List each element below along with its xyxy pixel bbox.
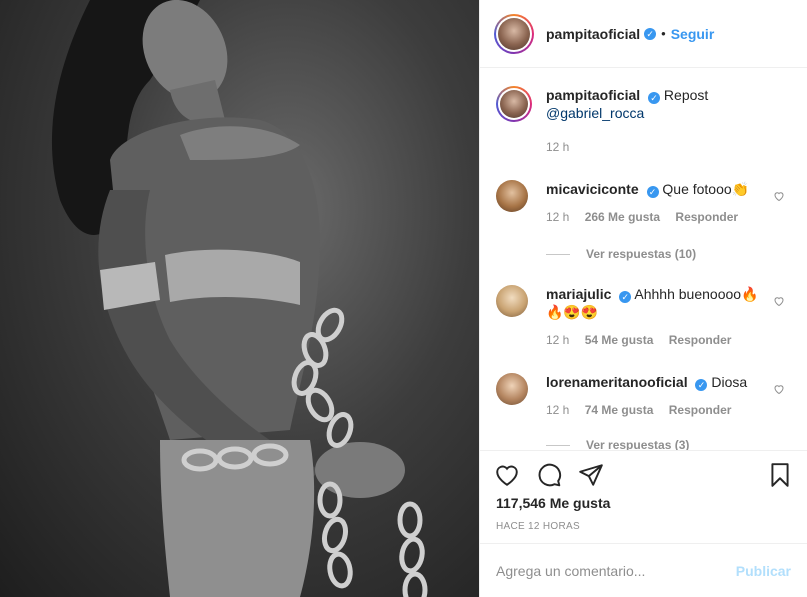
commenter-username[interactable]: micaviciconte (546, 181, 639, 197)
comment-heart-icon[interactable] (773, 190, 785, 202)
verified-badge-icon: ✓ (644, 27, 657, 40)
bookmark-icon[interactable] (767, 462, 793, 488)
comment-likes[interactable]: 54 Me gusta (585, 333, 654, 347)
post-photo[interactable] (0, 0, 479, 597)
separator-dot: • (661, 26, 666, 41)
replies-line (546, 253, 570, 255)
commenter-username[interactable]: lorenameritanooficial (546, 374, 688, 390)
comment-input[interactable] (496, 562, 736, 579)
commenter-avatar[interactable] (496, 373, 528, 405)
post-timestamp: HACE 12 HORAS (496, 521, 580, 532)
share-icon[interactable] (578, 462, 604, 488)
comment-time: 12 h (546, 333, 570, 347)
author-username[interactable]: pampitaoficial (546, 26, 640, 42)
view-replies-button[interactable]: Ver respuestas (10) (546, 247, 696, 261)
comment-likes[interactable]: 74 Me gusta (585, 403, 654, 417)
verified-badge-icon: ✓ (648, 92, 661, 104)
view-replies-label: Ver respuestas (3) (586, 438, 690, 450)
comment-text: Que fotooo👏 (662, 181, 750, 197)
comment-item: lorenameritanooficial ✓ Diosa 12 h 74 Me… (496, 373, 791, 419)
caption-time: 12 h (546, 140, 570, 154)
post-sidebar: pampitaoficial ✓ • Seguir pampitaoficial… (479, 0, 807, 597)
commenter-avatar[interactable] (496, 180, 528, 212)
replies-line (546, 444, 570, 446)
comment-time: 12 h (546, 403, 570, 417)
comment-heart-icon[interactable] (773, 295, 785, 307)
comments-list[interactable]: pampitaoficial ✓ Repost @gabriel_rocca 1… (480, 69, 807, 450)
comment-likes[interactable]: 266 Me gusta (585, 210, 660, 224)
publish-button[interactable]: Publicar (736, 563, 791, 579)
author-avatar[interactable] (494, 13, 534, 54)
comment-text: Ahhhh buenoooo🔥 (634, 286, 759, 302)
comment-item: micaviciconte ✓ Que fotooo👏 12 h 266 Me … (496, 180, 791, 226)
caption-mention[interactable]: @gabriel_rocca (546, 104, 791, 122)
comment-icon[interactable] (536, 462, 562, 488)
commenter-username[interactable]: mariajulic (546, 286, 611, 302)
verified-badge-icon: ✓ (646, 186, 659, 198)
likes-count[interactable]: 117,546 Me gusta (496, 495, 610, 511)
comment-time: 12 h (546, 210, 570, 224)
follow-button[interactable]: Seguir (671, 26, 715, 42)
caption-text: Repost (663, 87, 709, 103)
caption-username[interactable]: pampitaoficial (546, 87, 640, 103)
caption: pampitaoficial ✓ Repost @gabriel_rocca 1… (496, 86, 791, 156)
comment-item: mariajulic ✓ Ahhhh buenoooo🔥 🔥😍😍 12 h 54… (496, 285, 791, 349)
comment-composer: Publicar (480, 543, 807, 597)
comment-text: Diosa (711, 374, 748, 390)
verified-badge-icon: ✓ (695, 379, 708, 391)
view-replies-label: Ver respuestas (10) (586, 247, 697, 261)
post-header: pampitaoficial ✓ • Seguir (480, 0, 807, 68)
photo-figure (51, 0, 428, 597)
action-bar (480, 450, 807, 498)
comment-text-line2: 🔥😍😍 (546, 304, 599, 320)
comment-heart-icon[interactable] (773, 383, 785, 395)
caption-avatar[interactable] (496, 86, 532, 122)
reply-button[interactable]: Responder (675, 210, 738, 224)
reply-button[interactable]: Responder (669, 333, 732, 347)
reply-button[interactable]: Responder (669, 403, 732, 417)
view-replies-button[interactable]: Ver respuestas (3) (546, 438, 689, 450)
heart-icon[interactable] (494, 462, 520, 488)
verified-badge-icon: ✓ (619, 291, 632, 303)
commenter-avatar[interactable] (496, 285, 528, 317)
